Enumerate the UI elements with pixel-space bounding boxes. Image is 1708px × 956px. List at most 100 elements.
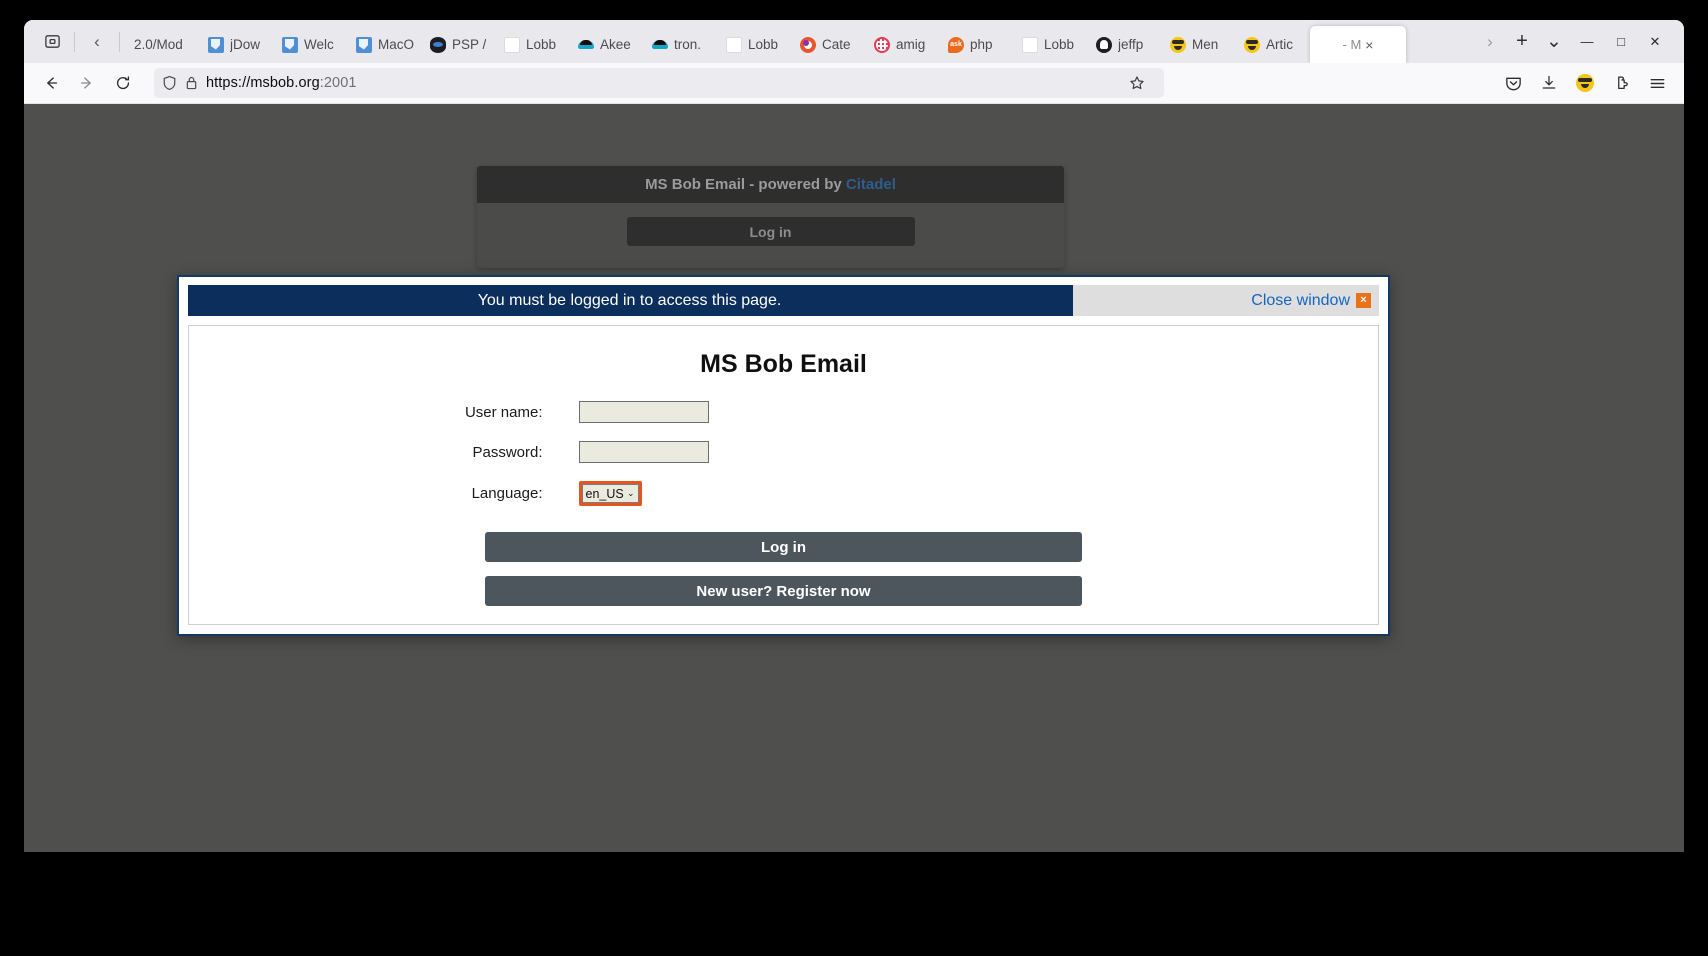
url-port: :2001	[319, 75, 357, 91]
close-icon[interactable]: ×	[1356, 293, 1371, 308]
page-viewport: MS Bob Email - powered by Citadel Log in…	[24, 104, 1684, 852]
jdownloader-icon	[356, 36, 372, 53]
username-input[interactable]	[578, 401, 709, 423]
background-app-panel: MS Bob Email - powered by Citadel Log in	[477, 166, 1064, 268]
maximize-button[interactable]: □	[1604, 27, 1638, 57]
tabstrip-leading-controls: ‹	[24, 20, 126, 63]
browser-tab[interactable]: Welc	[274, 26, 348, 63]
new-tab-button[interactable]: +	[1506, 27, 1538, 57]
blank-page-icon	[1022, 36, 1038, 53]
tab-label: Akee	[600, 37, 631, 52]
pocket-icon[interactable]	[1496, 68, 1530, 98]
browser-tab[interactable]: jDow	[200, 26, 274, 63]
tab-label: tron.	[674, 37, 702, 52]
browser-tab[interactable]: Lobb	[1014, 26, 1088, 63]
username-field-col	[578, 401, 1189, 423]
login-form-container: MS Bob Email User name: Password: Langua…	[188, 325, 1379, 625]
tab-label: amig	[896, 37, 926, 52]
downloads-icon[interactable]	[1532, 68, 1566, 98]
tab-strip: ‹ 2.0/Mod jDow Welc MacO PSP / Lobb Akee tron. L…	[24, 20, 1684, 63]
password-row: Password:	[189, 441, 1378, 463]
browser-tab[interactable]: Akee	[570, 26, 644, 63]
reload-button[interactable]	[106, 68, 140, 98]
browser-tab[interactable]: Artic	[1236, 26, 1310, 63]
language-select-value: en_US	[585, 486, 624, 501]
browser-tab[interactable]: Lobb	[496, 26, 570, 63]
bookmark-star-icon[interactable]	[1122, 69, 1152, 97]
back-button[interactable]	[34, 68, 68, 98]
browser-tab[interactable]: Lobb	[718, 26, 792, 63]
close-window-link[interactable]: Close window	[1251, 292, 1350, 310]
psp-icon	[430, 36, 446, 53]
background-app-body: Log in	[477, 203, 1064, 268]
firefox-view-icon[interactable]	[36, 27, 68, 57]
password-input[interactable]	[578, 441, 709, 463]
active-browser-tab[interactable]: - M ×	[1310, 26, 1406, 63]
tab-scroll-right-button[interactable]: ›	[1474, 27, 1506, 57]
register-button[interactable]: New user? Register now	[485, 576, 1082, 606]
browser-tab[interactable]: tron.	[644, 26, 718, 63]
browser-tab[interactable]: MacO	[348, 26, 422, 63]
active-tab-label: - M	[1342, 37, 1362, 52]
language-select-focus-ring: en_US ⌄	[578, 481, 642, 506]
tab-label: jDow	[230, 37, 261, 52]
ask-icon: ask	[948, 36, 964, 53]
page-title: MS Bob Email	[700, 350, 867, 378]
background-login-button[interactable]: Log in	[626, 217, 915, 246]
close-window-bar[interactable]: Close window ×	[1073, 285, 1379, 316]
browser-tab[interactable]: 2.0/Mod	[126, 26, 200, 63]
login-button[interactable]: Log in	[485, 532, 1082, 562]
browser-window: ‹ 2.0/Mod jDow Welc MacO PSP / Lobb Akee tron. L…	[24, 20, 1684, 852]
tab-label: Lobb	[526, 37, 557, 52]
toolbar-right-controls	[1496, 68, 1674, 98]
tabstrip-trailing-controls: › + ⌄	[1474, 20, 1570, 63]
browser-tab[interactable]: ask php	[940, 26, 1014, 63]
tab-label: Cate	[822, 37, 851, 52]
jdownloader-icon	[282, 36, 298, 53]
tab-close-icon[interactable]: ×	[1365, 38, 1373, 52]
account-emoji-icon[interactable]	[1568, 68, 1602, 98]
tab-label: 2.0/Mod	[134, 37, 183, 52]
akeeba-icon	[578, 37, 594, 53]
language-label: Language:	[471, 485, 543, 502]
username-row: User name:	[189, 401, 1378, 423]
tab-label: php	[970, 37, 993, 52]
category-icon	[800, 36, 816, 53]
toolbar-divider-2	[119, 31, 120, 52]
tab-list: 2.0/Mod jDow Welc MacO PSP / Lobb Akee tron. Lob…	[126, 20, 1474, 63]
browser-tab[interactable]: Men	[1162, 26, 1236, 63]
minimize-button[interactable]: —	[1570, 27, 1604, 57]
username-label: User name:	[464, 403, 543, 421]
login-modal: You must be logged in to access this pag…	[177, 275, 1390, 636]
navigation-toolbar: https://msbob.org:2001	[24, 63, 1684, 104]
language-select[interactable]: en_US ⌄	[581, 484, 639, 503]
hamburger-menu-icon[interactable]	[1640, 68, 1674, 98]
list-all-tabs-button[interactable]: ⌄	[1538, 27, 1570, 57]
browser-tab[interactable]: jeffp	[1088, 26, 1162, 63]
background-app-header: MS Bob Email - powered by Citadel	[477, 166, 1064, 203]
tab-label: MacO	[378, 37, 414, 52]
amiga-icon	[874, 36, 890, 53]
password-label: Password:	[472, 443, 543, 461]
emoji-icon	[1170, 36, 1186, 53]
tab-label: jeffp	[1118, 37, 1144, 52]
url-text[interactable]: https://msbob.org:2001	[206, 75, 357, 91]
browser-tab[interactable]: amig	[866, 26, 940, 63]
tab-label: Lobb	[1044, 37, 1075, 52]
extension-icon[interactable]	[1604, 68, 1638, 98]
tab-label: Lobb	[748, 37, 779, 52]
forward-button[interactable]	[70, 68, 104, 98]
tracking-protection-icon[interactable]	[162, 75, 177, 91]
close-window-button[interactable]: ✕	[1638, 27, 1672, 57]
tab-scroll-left-button[interactable]: ‹	[81, 27, 113, 57]
tab-label: Welc	[304, 37, 334, 52]
url-bar[interactable]: https://msbob.org:2001	[154, 68, 1164, 98]
browser-tab[interactable]: PSP /	[422, 26, 496, 63]
citadel-link[interactable]: Citadel	[846, 176, 896, 193]
tab-label: PSP /	[452, 37, 487, 52]
browser-tab[interactable]: Cate	[792, 26, 866, 63]
emoji-icon	[1244, 36, 1260, 53]
window-controls: — □ ✕	[1570, 20, 1678, 63]
url-main: https://msbob.org	[206, 75, 320, 91]
padlock-icon[interactable]	[185, 75, 198, 91]
